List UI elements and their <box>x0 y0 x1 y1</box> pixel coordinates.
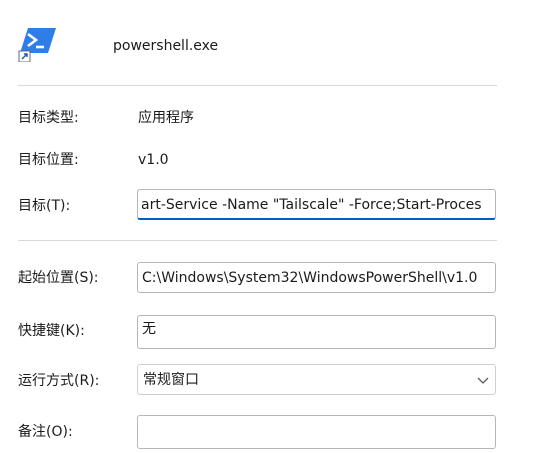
start-in-label: 起始位置(S): <box>18 270 99 286</box>
run-select[interactable]: 常规窗口 <box>137 364 496 395</box>
start-in-input[interactable]: C:\Windows\System32\WindowsPowerShell\v1… <box>137 262 496 293</box>
target-input[interactable]: art-Service -Name "Tailscale" -Force;Sta… <box>137 189 496 220</box>
target-location-value: v1.0 <box>138 152 169 168</box>
shortcut-key-label: 快捷键(K): <box>18 323 85 339</box>
divider-top <box>18 85 497 86</box>
target-type-value: 应用程序 <box>138 110 194 126</box>
app-name: powershell.exe <box>113 38 219 54</box>
run-select-value: 常规窗口 <box>143 372 199 388</box>
comment-label: 备注(O): <box>18 424 73 440</box>
comment-input[interactable] <box>137 415 496 449</box>
divider-middle <box>18 240 497 241</box>
shortcut-key-input[interactable]: 无 <box>137 315 496 349</box>
powershell-shortcut-icon <box>18 26 58 63</box>
target-type-label: 目标类型: <box>18 110 79 126</box>
target-location-label: 目标位置: <box>18 152 79 168</box>
target-label: 目标(T): <box>18 198 71 214</box>
target-input-text: art-Service -Name "Tailscale" -Force;Sta… <box>141 197 482 213</box>
start-in-input-text: C:\Windows\System32\WindowsPowerShell\v1… <box>142 270 478 286</box>
shortcut-key-input-text: 无 <box>142 321 156 337</box>
run-label: 运行方式(R): <box>18 373 100 389</box>
chevron-down-icon <box>477 377 489 384</box>
